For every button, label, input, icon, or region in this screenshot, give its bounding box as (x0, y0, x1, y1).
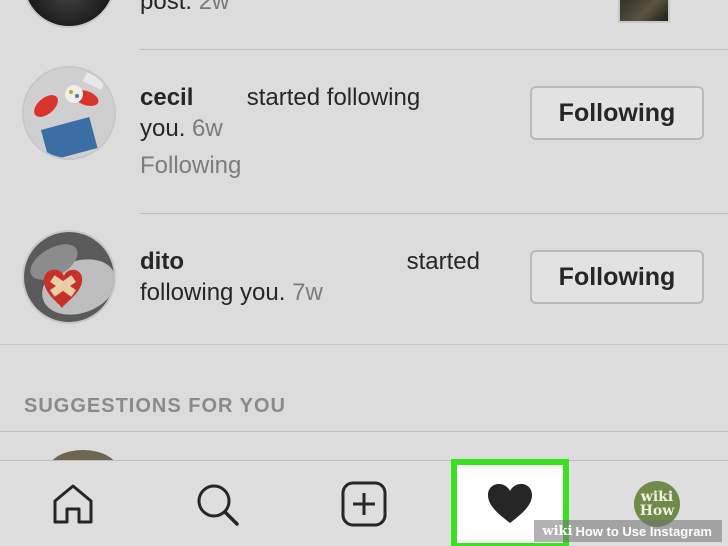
avatar[interactable] (48, 450, 118, 460)
post-thumbnail[interactable] (618, 0, 670, 23)
search-icon (197, 484, 239, 526)
notification-row-partial[interactable]: post. 2w (0, 0, 728, 48)
notification-age: 6w (192, 115, 223, 142)
notification-age: 7w (292, 279, 323, 306)
nav-search[interactable] (180, 461, 254, 546)
notification-row[interactable]: dito started following you. 7w Following (0, 214, 728, 344)
notification-action: following you. (140, 279, 286, 306)
avatar[interactable] (22, 66, 116, 160)
notification-text: dito started following you. 7w (140, 246, 480, 308)
cecil-avatar-photo (24, 68, 114, 158)
home-icon (53, 484, 93, 524)
avatar[interactable] (22, 230, 116, 324)
nav-add-post[interactable] (326, 461, 402, 546)
heart-icon (488, 484, 532, 523)
nav-home[interactable] (36, 461, 110, 546)
notification-action: you. (140, 115, 186, 142)
avatar-text: How (639, 503, 675, 519)
activity-feed: post. 2w cecil started following you. 6w… (0, 0, 728, 460)
username[interactable]: cecil (140, 84, 193, 111)
watermark-brand: wiki (542, 523, 573, 539)
notification-action: started following (246, 84, 421, 111)
avatar-text: wiki (640, 489, 674, 505)
watermark: wiki How to Use Instagram (534, 520, 722, 542)
divider (0, 344, 728, 345)
following-status: Following (140, 152, 242, 179)
add-post-icon (341, 481, 387, 527)
notification-age: 2w (198, 0, 230, 15)
watermark-title: How to Use Instagram (575, 523, 712, 539)
following-button[interactable]: Following (530, 250, 704, 304)
dito-avatar-photo (24, 232, 114, 322)
notification-action: post. (140, 0, 193, 15)
notification-text: post. 2w (140, 0, 229, 16)
avatar[interactable] (22, 0, 116, 28)
divider (0, 431, 728, 432)
notification-row[interactable]: cecil started following you. 6w Followin… (0, 50, 728, 213)
username[interactable]: dito (140, 246, 184, 277)
notification-action: started (406, 248, 480, 275)
notification-text: cecil started following you. 6w Followin… (140, 82, 500, 181)
following-button[interactable]: Following (530, 86, 704, 140)
suggestions-header: SUGGESTIONS FOR YOU (24, 395, 286, 417)
